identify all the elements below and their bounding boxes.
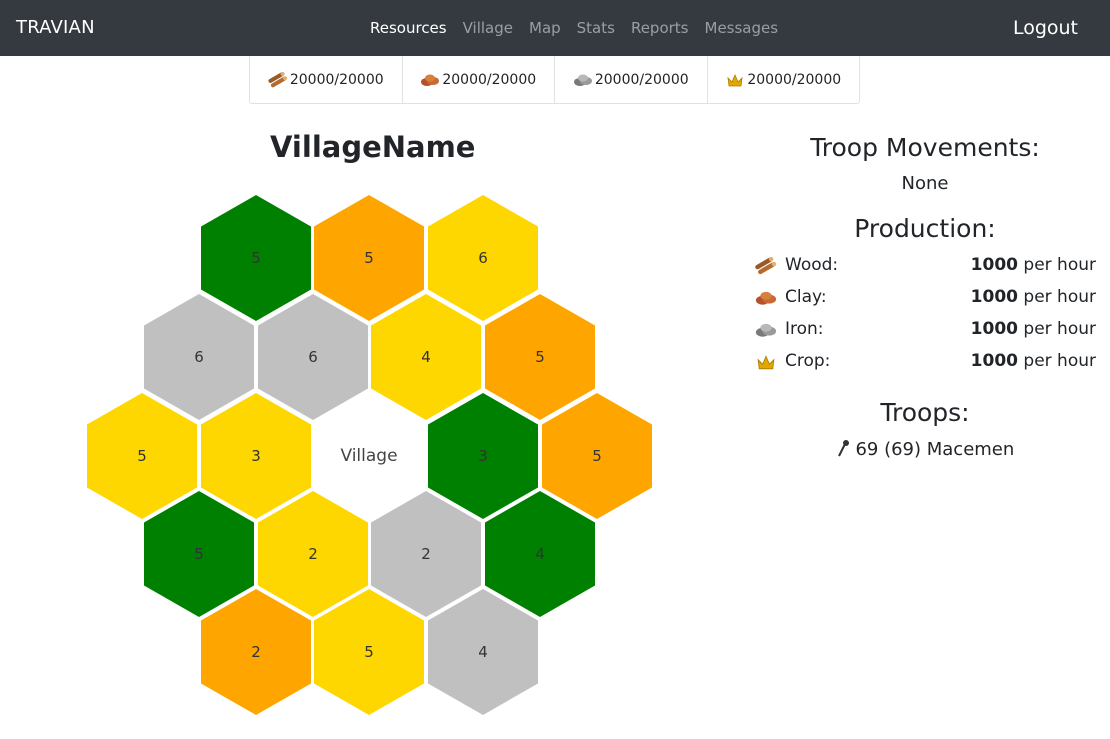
production-heading: Production: [854, 214, 996, 243]
production-row-clay: Clay: 1000 per hour [754, 285, 1096, 313]
resource-field[interactable]: 4 [371, 294, 481, 420]
troop-movements-value: None [901, 173, 949, 194]
resource-field[interactable]: 6 [144, 294, 254, 420]
resource-field-level: 2 [308, 545, 318, 563]
resource-field-level: 6 [308, 348, 318, 366]
production-amount: 1000 [970, 255, 1018, 275]
production-unit: per hour [1023, 319, 1096, 339]
resource-field[interactable]: 5 [314, 195, 424, 321]
wood-icon [755, 257, 777, 275]
resource-field-level: 5 [251, 249, 261, 267]
resource-field[interactable]: 5 [485, 294, 595, 420]
resource-field-level: 5 [137, 447, 147, 465]
resource-field-level: 6 [478, 249, 488, 267]
troops-heading: Troops: [880, 398, 970, 427]
resource-field[interactable]: 5 [201, 195, 311, 321]
resource-field-level: 6 [194, 348, 204, 366]
production-unit: per hour [1023, 255, 1096, 275]
resource-field-level: 3 [251, 447, 261, 465]
production-row-iron: Iron: 1000 per hour [754, 317, 1096, 345]
resource-field-level: 5 [194, 545, 204, 563]
resource-field[interactable]: 2 [258, 491, 368, 617]
resource-field[interactable]: 6 [428, 195, 538, 321]
production-rate-wood: 1000 per hour [971, 255, 1096, 275]
resource-field[interactable]: 4 [485, 491, 595, 617]
resource-field[interactable]: 3 [201, 393, 311, 519]
resource-field[interactable]: 2 [201, 589, 311, 715]
production-rate-clay: 1000 per hour [971, 287, 1096, 307]
resource-field-level: 2 [421, 545, 431, 563]
production-label-crop: Crop: [785, 351, 831, 371]
resource-field[interactable]: 6 [258, 294, 368, 420]
village-center-label[interactable]: Village [340, 446, 397, 466]
resource-field-level: 4 [421, 348, 431, 366]
production-unit: per hour [1023, 351, 1096, 371]
troop-movements-heading: Troop Movements: [810, 133, 1040, 162]
resource-field[interactable]: 5 [87, 393, 197, 519]
resource-field[interactable]: 5 [314, 589, 424, 715]
resource-field-level: 3 [478, 447, 488, 465]
production-row-wood: Wood: 1000 per hour [754, 253, 1096, 281]
production-rate-iron: 1000 per hour [971, 319, 1096, 339]
troop-entry-text: 69 (69) Macemen [855, 439, 1015, 460]
resource-field-level: 5 [364, 249, 374, 267]
production-unit: per hour [1023, 287, 1096, 307]
clay-icon [755, 291, 777, 305]
resource-field[interactable]: 5 [144, 491, 254, 617]
resource-field-level: 2 [251, 643, 261, 661]
resource-field[interactable]: 3 [428, 393, 538, 519]
resource-field-level: 4 [535, 545, 545, 563]
production-amount: 1000 [970, 319, 1018, 339]
resource-field[interactable]: 5 [542, 393, 652, 519]
resource-field-level: 4 [478, 643, 488, 661]
iron-icon [755, 323, 777, 337]
troop-entry: 69 (69) Macemen [755, 439, 1095, 460]
resource-field-level: 5 [364, 643, 374, 661]
production-label-wood: Wood: [785, 255, 839, 275]
resource-field-level: 5 [535, 348, 545, 366]
production-amount: 1000 [970, 351, 1018, 371]
production-row-crop: Crop: 1000 per hour [754, 349, 1096, 377]
resource-field[interactable]: 2 [371, 491, 481, 617]
resource-field[interactable]: 4 [428, 589, 538, 715]
production-label-iron: Iron: [785, 319, 824, 339]
crop-icon [757, 355, 775, 370]
production-label-clay: Clay: [785, 287, 827, 307]
mace-icon [837, 440, 849, 457]
resource-field-level: 5 [592, 447, 602, 465]
production-amount: 1000 [970, 287, 1018, 307]
production-rate-crop: 1000 per hour [971, 351, 1096, 371]
